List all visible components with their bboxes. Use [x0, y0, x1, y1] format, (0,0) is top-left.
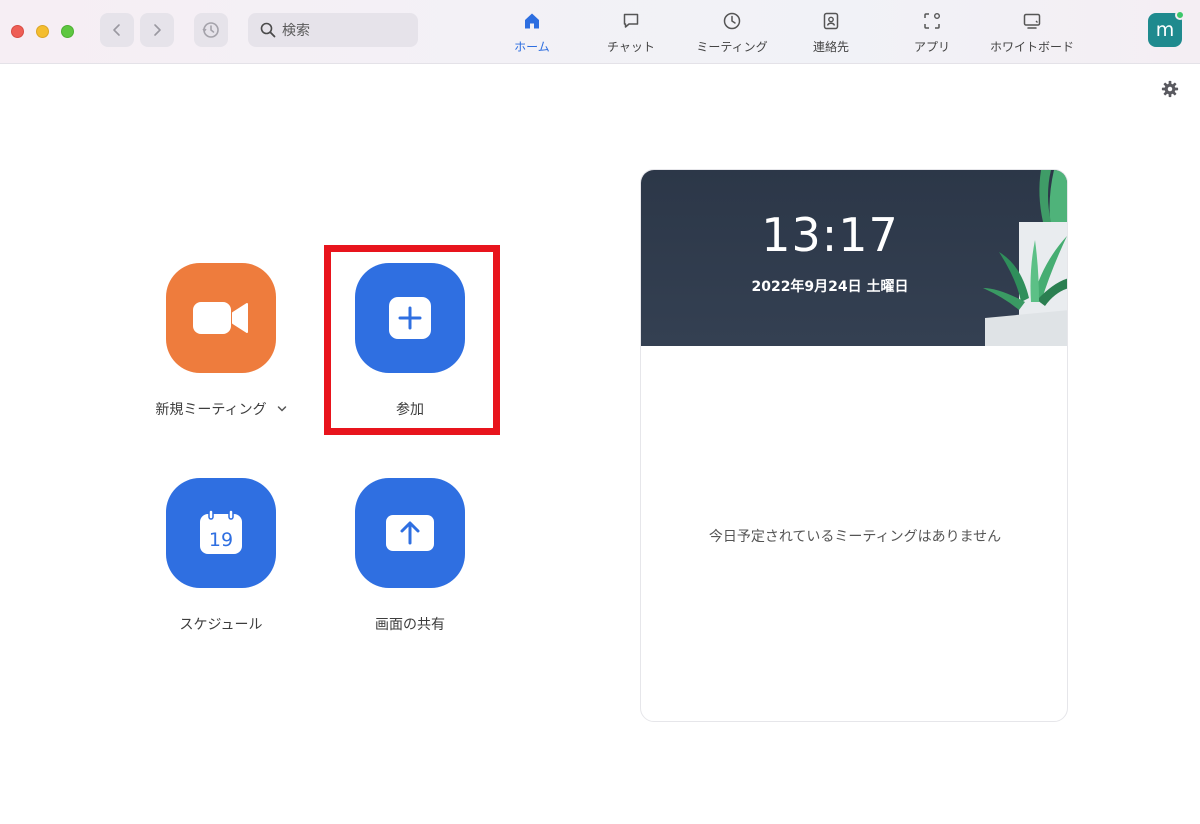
search-placeholder: 検索	[282, 23, 310, 39]
highlight-box	[324, 245, 500, 435]
title-bar: 検索 ホーム チャット ミーティング 連絡先 アプリ ホワイトボード m	[0, 0, 1200, 64]
tab-chat[interactable]: チャット	[576, 10, 686, 56]
share-screen-button[interactable]: 画面の共有	[335, 478, 485, 634]
chevron-right-icon	[154, 24, 161, 36]
no-meetings-message: 今日予定されているミーティングはありません	[708, 529, 1002, 545]
new-meeting-label: 新規ミーティング	[155, 402, 267, 418]
clock-banner: 13:17 2022年9月24日 土曜日	[641, 170, 1067, 346]
history-button[interactable]	[194, 13, 228, 47]
clock-icon	[723, 12, 741, 30]
upcoming-meetings-card: 13:17 2022年9月24日 土曜日 今日予定されているミーティングはありま…	[640, 169, 1068, 722]
new-meeting-tile[interactable]	[166, 263, 276, 373]
schedule-tile[interactable]: 19	[166, 478, 276, 588]
avatar-initial: m	[1155, 19, 1175, 41]
chat-icon	[623, 13, 639, 28]
apps-icon	[924, 13, 940, 29]
tab-home[interactable]: ホーム	[477, 10, 587, 56]
whiteboard-icon	[1023, 13, 1041, 29]
search-input[interactable]: 検索	[248, 13, 418, 47]
tab-meetings[interactable]: ミーティング	[677, 10, 787, 56]
chevron-down-icon[interactable]	[277, 405, 287, 413]
schedule-button[interactable]: 19 スケジュール	[146, 478, 296, 634]
calendar-day-number: 19	[209, 529, 233, 551]
share-screen-label: 画面の共有	[375, 617, 445, 633]
current-date: 2022年9月24日 土曜日	[751, 279, 909, 295]
schedule-label: スケジュール	[179, 617, 263, 633]
tab-apps[interactable]: アプリ	[877, 10, 987, 56]
contacts-icon	[823, 12, 839, 30]
chevron-left-icon	[113, 24, 120, 36]
video-camera-icon	[193, 302, 248, 334]
tab-contacts[interactable]: 連絡先	[776, 10, 886, 56]
minimize-window-button[interactable]	[36, 25, 49, 38]
gear-icon[interactable]	[1161, 80, 1179, 98]
home-icon	[525, 13, 539, 29]
calendar-icon: 19	[200, 509, 242, 554]
online-status-dot	[1175, 10, 1185, 20]
zoom-window-button[interactable]	[61, 25, 74, 38]
tab-label: ミーティング	[696, 40, 768, 54]
close-window-button[interactable]	[11, 25, 24, 38]
share-up-arrow-icon	[386, 515, 434, 551]
tab-whiteboard[interactable]: ホワイトボード	[977, 10, 1087, 56]
tab-label: ホーム	[514, 40, 550, 54]
forward-button[interactable]	[140, 13, 174, 47]
new-meeting-button[interactable]: 新規ミーティング	[146, 263, 296, 419]
avatar[interactable]: m	[1148, 10, 1185, 47]
history-clock-icon	[202, 22, 219, 38]
tab-label: ホワイトボード	[989, 40, 1074, 54]
tab-label: アプリ	[913, 40, 950, 54]
back-button[interactable]	[100, 13, 134, 47]
tab-label: 連絡先	[812, 40, 849, 54]
search-icon	[260, 22, 276, 38]
share-screen-tile[interactable]	[355, 478, 465, 588]
tab-label: チャット	[607, 40, 655, 54]
current-time: 13:17	[761, 208, 899, 262]
